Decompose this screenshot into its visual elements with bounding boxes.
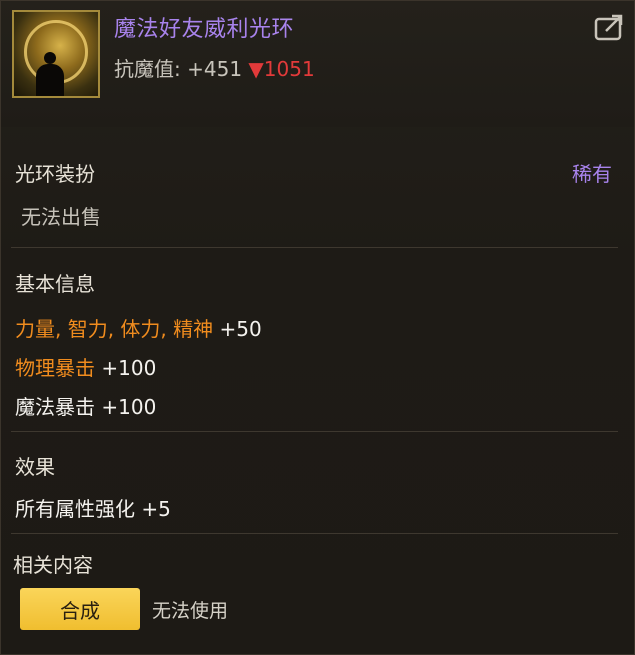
basic-info-heading: 基本信息 <box>15 272 95 296</box>
item-name: 魔法好友威利光环 <box>114 17 295 42</box>
item-tooltip-panel: 魔法好友威利光环 抗魔值: +451 ▼1051 光环装扮 稀有 无法出售 基本… <box>0 0 635 655</box>
related-heading: 相关内容 <box>13 553 93 577</box>
divider <box>11 431 618 432</box>
rarity-badge: 稀有 <box>572 162 612 186</box>
stat-line-physical-crit: 物理暴击 +100 <box>15 356 157 380</box>
share-export-icon[interactable] <box>594 13 626 41</box>
compose-button[interactable]: 合成 <box>20 588 140 630</box>
effect-line: 所有属性强化 +5 <box>15 497 171 521</box>
stat-change-value: 1051 <box>263 57 315 81</box>
trade-status: 无法出售 <box>21 205 101 229</box>
item-header: 魔法好友威利光环 抗魔值: +451 ▼1051 <box>1 1 634 127</box>
down-arrow-icon: ▼ <box>248 57 264 81</box>
effect-heading: 效果 <box>15 455 55 479</box>
divider <box>11 533 618 534</box>
item-type: 光环装扮 <box>15 162 95 186</box>
stat-line-all-attributes: 力量, 智力, 体力, 精神 +50 <box>15 317 262 341</box>
magic-resist-stat: 抗魔值: +451 ▼1051 <box>114 53 315 82</box>
stat-label: 抗魔值: <box>114 57 181 81</box>
stat-line-magic-crit: 魔法暴击 +100 <box>15 395 157 419</box>
stat-value: +451 <box>187 57 243 81</box>
divider <box>11 247 618 248</box>
halo-figure-icon <box>12 10 100 98</box>
usage-note: 无法使用 <box>152 600 229 622</box>
